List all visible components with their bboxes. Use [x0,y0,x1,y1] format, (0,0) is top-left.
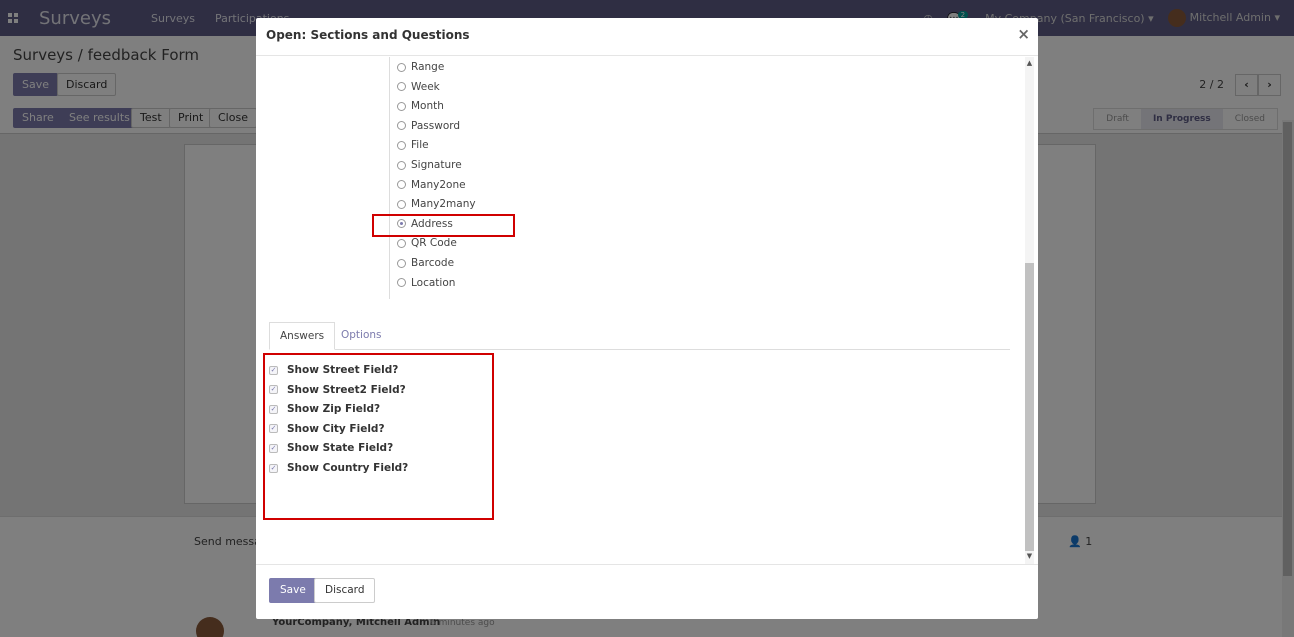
question-type-label: Signature [411,159,462,171]
address-highlight-box [372,214,515,237]
question-type-divider [389,57,391,299]
question-type-label: Many2many [411,198,476,211]
question-type-label: Month [411,100,444,113]
question-type-range[interactable]: Range [397,58,444,76]
question-type-label: Password [411,119,461,132]
question-type-password[interactable]: Password [397,117,460,135]
question-type-location[interactable]: Location [397,274,455,292]
question-type-qr-code[interactable]: QR Code [397,234,457,252]
dialog-header: Open: Sections and Questions × [256,18,1038,56]
question-type-file[interactable]: File [397,136,429,154]
question-type-label: Location [411,276,456,289]
tab-options[interactable]: Options [331,322,392,350]
radio-unchecked-icon[interactable] [397,160,406,170]
radio-unchecked-icon[interactable] [397,82,406,92]
sections-questions-dialog: Open: Sections and Questions × Range Week… [256,18,1038,619]
question-type-week[interactable]: Week [397,78,440,96]
question-tabs: Answers Options [269,322,1010,350]
question-type-signature[interactable]: Signature [397,156,462,174]
question-type-barcode[interactable]: Barcode [397,254,454,272]
radio-unchecked-icon[interactable] [397,238,406,248]
question-type-label: QR Code [411,237,457,250]
radio-unchecked-icon[interactable] [397,101,406,111]
question-type-month[interactable]: Month [397,97,444,115]
dialog-scrollbar-thumb[interactable] [1025,263,1034,551]
dialog-scrollbar[interactable]: ▲ ▼ [1025,57,1034,564]
close-icon[interactable]: × [1017,25,1030,43]
question-type-label: Barcode [411,257,455,269]
radio-unchecked-icon[interactable] [397,180,406,190]
dialog-footer: Save Discard [256,564,1038,619]
radio-unchecked-icon[interactable] [397,199,406,209]
radio-unchecked-icon[interactable] [397,258,406,268]
dialog-body: Range Week Month Password File Signature Many2… [256,57,1038,564]
question-type-label: File [411,139,429,152]
dialog-save-button[interactable]: Save [269,578,317,603]
scroll-up-icon[interactable]: ▲ [1025,59,1034,67]
tab-answers[interactable]: Answers [269,322,336,350]
question-type-label: Range [411,61,445,73]
radio-unchecked-icon[interactable] [397,140,406,150]
question-type-many2many[interactable]: Many2many [397,195,476,213]
question-type-label: Many2one [411,178,466,191]
radio-unchecked-icon[interactable] [397,121,406,131]
scroll-down-icon[interactable]: ▼ [1025,552,1034,560]
dialog-discard-button[interactable]: Discard [314,578,376,603]
address-options-highlight-box [263,353,494,520]
radio-unchecked-icon[interactable] [397,278,406,288]
dialog-title: Open: Sections and Questions [266,28,470,42]
question-type-label: Week [411,80,440,93]
radio-unchecked-icon[interactable] [397,62,406,72]
question-type-many2one[interactable]: Many2one [397,176,466,194]
